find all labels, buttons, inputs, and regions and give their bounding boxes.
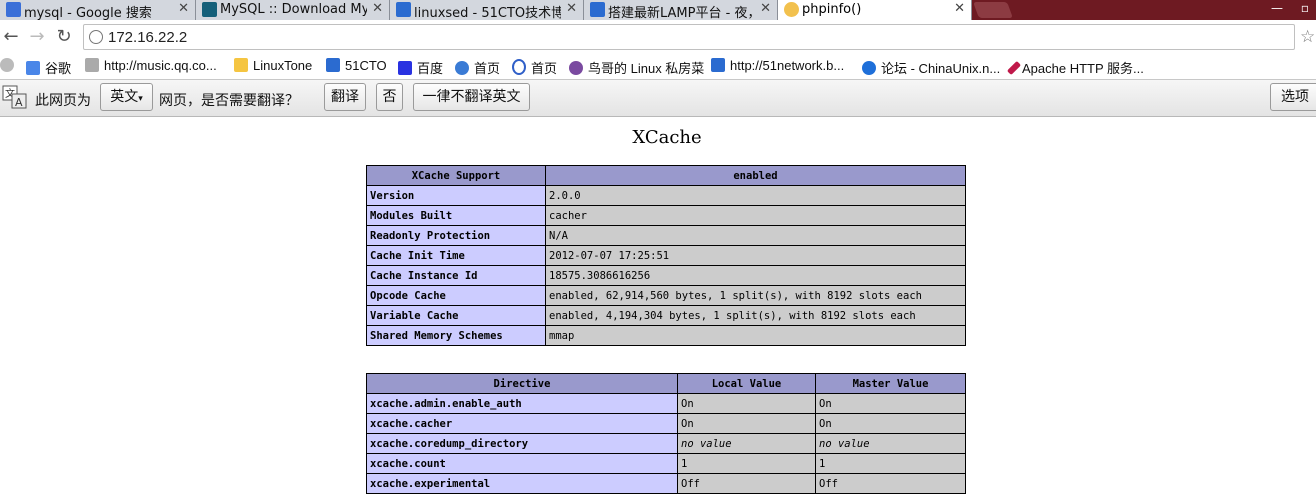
column-header: enabled — [545, 165, 966, 186]
51cto-icon — [326, 58, 340, 72]
table-row: xcache.experimental Off Off — [366, 473, 966, 494]
table-row: Modules Built cacher — [366, 205, 966, 226]
reload-icon[interactable]: ↻ — [53, 26, 75, 48]
google-icon — [6, 2, 21, 17]
forward-icon[interactable]: → — [26, 26, 48, 48]
linuxtone-icon — [234, 58, 248, 72]
column-header: Directive — [366, 373, 678, 394]
bookmarks-bar: 谷歌 http://music.qq.co... LinuxTone 51CTO… — [0, 54, 1316, 80]
php-icon — [784, 2, 799, 17]
table-row: xcache.cacher On On — [366, 413, 966, 434]
tab-title: linuxsed - 51CTO技术博客 — [414, 6, 561, 20]
google-icon — [26, 61, 40, 75]
back-icon[interactable]: ← — [0, 26, 22, 48]
tab-title: phpinfo() — [802, 2, 862, 17]
translate-button[interactable]: 翻译 — [324, 83, 366, 111]
close-icon[interactable]: ✕ — [954, 1, 965, 16]
bookmark-qqmusic[interactable]: http://music.qq.co... — [85, 58, 217, 76]
xcache-support-table: XCache Support enabled Version 2.0.0 Modu… — [366, 165, 966, 346]
tab-mysql-download[interactable]: MySQL :: Download MySQL ✕ — [196, 0, 390, 20]
page-icon — [85, 58, 99, 72]
page-title: XCache — [632, 127, 702, 148]
maximize-icon[interactable]: ▫ — [1290, 0, 1316, 18]
table-row: xcache.admin.enable_auth On On — [366, 393, 966, 414]
dropdown-arrow-icon: ▾ — [138, 94, 143, 104]
table-row: xcache.count 1 1 — [366, 453, 966, 474]
table-row: Cache Instance Id 18575.3086616256 — [366, 265, 966, 286]
bookmark-chinaunix[interactable]: 论坛 - ChinaUnix.n... — [862, 58, 1000, 76]
bookmark-vbird[interactable]: 鸟哥的 Linux 私房菜 — [569, 58, 704, 76]
table-row: Version 2.0.0 — [366, 185, 966, 206]
close-icon[interactable]: ✕ — [372, 1, 383, 16]
browser-toolbar: ← → ↻ — [0, 20, 1316, 55]
apps-icon[interactable] — [0, 58, 19, 76]
new-tab-button[interactable] — [973, 2, 1013, 18]
table-header-row: Directive Local Value Master Value — [366, 373, 966, 394]
xcache-directive-table: Directive Local Value Master Value xcach… — [366, 373, 966, 494]
table-row: Shared Memory Schemes mmap — [366, 325, 966, 346]
no-button[interactable]: 否 — [376, 83, 403, 111]
translate-icon: 文 A — [2, 85, 27, 109]
tab-title: MySQL :: Download MySQL — [220, 2, 367, 17]
51cto-icon — [590, 2, 605, 17]
tab-title: mysql - Google 搜索 — [24, 6, 152, 20]
bookmark-google[interactable]: 谷歌 — [26, 58, 71, 76]
page-icon — [89, 30, 103, 44]
url-input[interactable] — [108, 27, 1268, 47]
baidu-icon — [398, 61, 412, 75]
bookmark-51cto[interactable]: 51CTO — [326, 58, 387, 76]
star-icon[interactable]: ☆ — [1300, 27, 1315, 47]
mysql-icon — [202, 2, 217, 17]
column-header: Master Value — [815, 373, 966, 394]
column-header: Local Value — [677, 373, 816, 394]
table-row: Readonly Protection N/A — [366, 225, 966, 246]
close-icon[interactable]: ✕ — [760, 1, 771, 16]
translate-question: 网页，是否需要翻译？ — [159, 93, 299, 109]
table-row: Opcode Cache enabled, 62,914,560 bytes, 1… — [366, 285, 966, 306]
apache-feather-icon — [1006, 60, 1022, 76]
page-content: XCache XCache Support enabled Version 2.0… — [0, 117, 1316, 494]
never-translate-button[interactable]: 一律不翻译英文 — [413, 83, 530, 111]
table-header-row: XCache Support enabled — [366, 165, 966, 186]
translate-infobar: 文 A 此网页为 英文▾ 网页，是否需要翻译？ 翻译 否 一律不翻译英文 选项 — [0, 80, 1316, 117]
media-icon — [455, 61, 469, 75]
51cto-icon — [711, 58, 725, 72]
minimize-icon[interactable]: — — [1262, 0, 1292, 18]
address-bar[interactable] — [83, 24, 1295, 50]
o-icon — [512, 59, 526, 75]
bird-icon — [569, 61, 583, 75]
tab-phpinfo[interactable]: phpinfo() ✕ — [778, 0, 972, 20]
bookmark-51network[interactable]: http://51network.b... — [711, 58, 844, 76]
column-header: XCache Support — [366, 165, 546, 186]
bookmark-linuxtone[interactable]: LinuxTone — [234, 58, 312, 76]
51cto-icon — [396, 2, 411, 17]
tab-linuxsed[interactable]: linuxsed - 51CTO技术博客 ✕ — [390, 0, 584, 20]
close-icon[interactable]: ✕ — [566, 1, 577, 16]
bookmark-apache[interactable]: Apache HTTP 服务... — [1006, 58, 1144, 76]
bookmark-home-1[interactable]: 首页 — [455, 58, 500, 76]
close-icon[interactable]: ✕ — [178, 1, 189, 16]
translate-prefix: 此网页为 — [35, 93, 91, 109]
table-row: Variable Cache enabled, 4,194,304 bytes, … — [366, 305, 966, 326]
tab-strip: mysql - Google 搜索 ✕ MySQL :: Download My… — [0, 0, 1316, 20]
options-button[interactable]: 选项 — [1270, 83, 1316, 111]
bookmark-home-2[interactable]: 首页 — [512, 58, 557, 76]
chinaunix-icon — [862, 61, 876, 75]
bookmark-baidu[interactable]: 百度 — [398, 58, 443, 76]
svg-text:A: A — [15, 96, 23, 109]
tab-title: 搭建最新LAMP平台 - 夜， — [608, 6, 755, 20]
tab-lamp[interactable]: 搭建最新LAMP平台 - 夜， ✕ — [584, 0, 778, 20]
tab-google-search[interactable]: mysql - Google 搜索 ✕ — [0, 0, 196, 20]
language-select[interactable]: 英文▾ — [100, 83, 153, 111]
table-row: xcache.coredump_directory no value no valu… — [366, 433, 966, 454]
table-row: Cache Init Time 2012-07-07 17:25:51 — [366, 245, 966, 266]
